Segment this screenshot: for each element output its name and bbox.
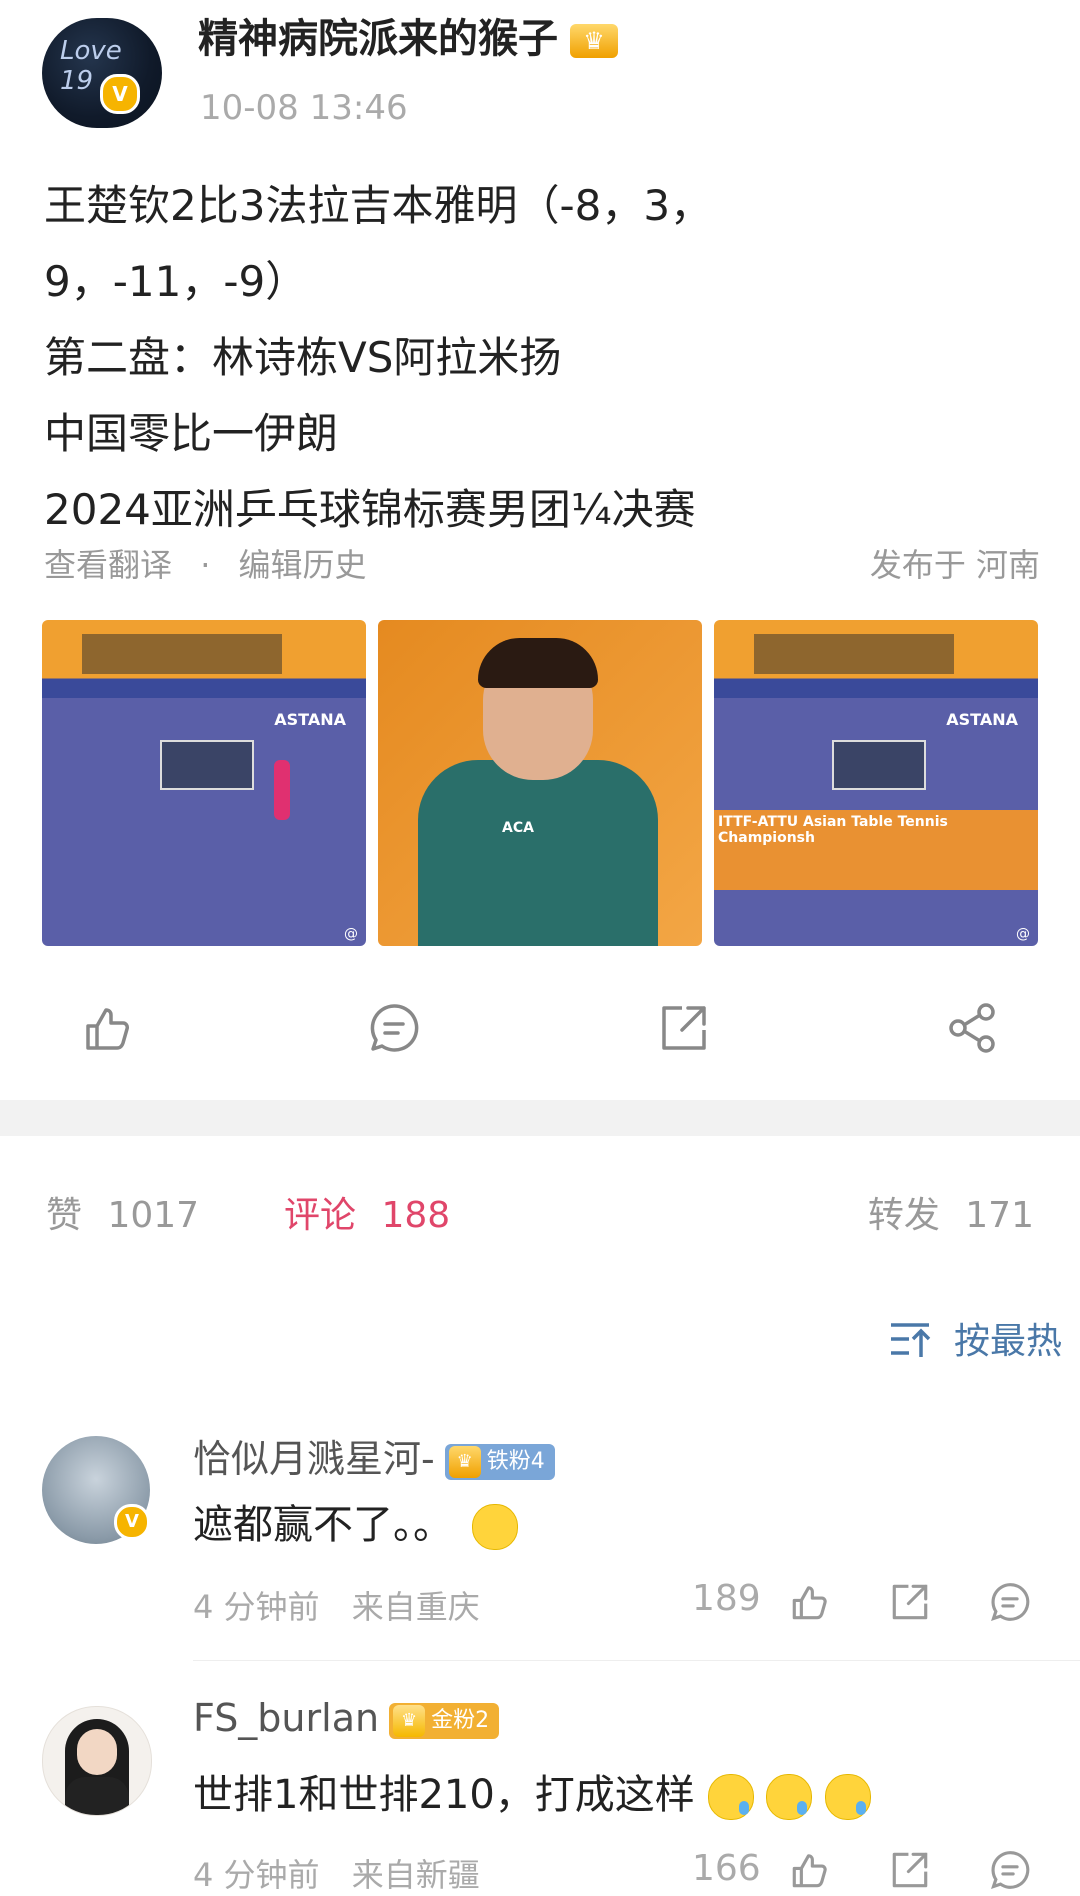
fan-crown-icon: ♛ xyxy=(448,1445,481,1478)
post-line: 9，-11，-9） xyxy=(44,257,308,306)
commenter-avatar[interactable] xyxy=(42,1706,152,1816)
comment-repost-button[interactable] xyxy=(888,1848,932,1892)
vip-crown-icon: ♛ xyxy=(570,24,618,58)
tab-reposts[interactable]: 转发 171 xyxy=(868,1186,1034,1238)
comment-time: 4 分钟前 xyxy=(193,1856,320,1894)
post-location: 发布于 河南 xyxy=(869,546,1040,584)
post-line: 中国零比一伊朗 xyxy=(44,409,339,458)
post-line: 第二盘：林诗栋VS阿拉米扬 xyxy=(44,333,562,382)
fan-badge: ♛ 铁粉4 xyxy=(444,1443,555,1480)
view-translation-link[interactable]: 查看翻译 xyxy=(44,546,172,584)
author-name[interactable]: 精神病院派来的猴子 ♛ xyxy=(198,6,618,64)
comment-text-body: 世排1和世排210，打成这样 xyxy=(193,1772,695,1818)
image-player-hair xyxy=(478,638,598,688)
post-content: 王楚钦2比3法拉吉本雅明（-8，3， 9，-11，-9） 第二盘：林诗栋VS阿拉… xyxy=(44,168,804,548)
sort-label: 按最热 xyxy=(953,1321,1062,1362)
comment-meta: 4 分钟前 来自新疆 xyxy=(193,1850,480,1896)
post-timestamp: 10-08 13:46 xyxy=(200,88,408,128)
repost-button[interactable] xyxy=(656,1000,712,1056)
tab-likes[interactable]: 赞 1017 xyxy=(46,1186,199,1238)
sort-icon xyxy=(889,1319,935,1368)
fan-badge: ♛ 金粉2 xyxy=(389,1702,500,1739)
image-player-shirt xyxy=(418,760,658,946)
image-banner: ASTANA xyxy=(946,710,1018,729)
fan-badge-label: 铁粉4 xyxy=(486,1448,545,1474)
share-out-icon xyxy=(892,1584,928,1620)
image-banner: ASTANA xyxy=(274,710,346,729)
comment-reply-button[interactable] xyxy=(988,1848,1032,1892)
verified-badge-icon: V xyxy=(100,74,140,114)
post-image-3[interactable]: ASTANA ITTF-ATTU Asian Table Tennis Cham… xyxy=(714,620,1038,946)
image-stage xyxy=(754,634,954,674)
meta-separator: · xyxy=(200,546,211,584)
comment-icon xyxy=(991,1583,1030,1621)
table-tennis-table xyxy=(160,740,254,790)
sweat-emoji-icon xyxy=(707,1774,754,1820)
tab-likes-label: 赞 xyxy=(46,1195,83,1236)
comment-like-button[interactable] xyxy=(788,1580,832,1624)
comment-icon xyxy=(370,1004,419,1052)
scoreboard-title: ITTF-ATTU Asian Table Tennis Championsh xyxy=(718,814,948,846)
tab-comments-label: 评论 xyxy=(284,1195,357,1236)
fan-crown-icon: ♛ xyxy=(393,1704,426,1737)
comment-icon xyxy=(991,1851,1030,1889)
comment-meta: 4 分钟前 来自重庆 xyxy=(193,1582,480,1628)
tab-comments-count: 188 xyxy=(381,1195,451,1236)
avatar-face xyxy=(77,1729,117,1775)
avatar-suit xyxy=(65,1777,129,1815)
comment-divider xyxy=(193,1660,1080,1661)
commenter-name[interactable]: FS_burlan ♛ 金粉2 xyxy=(193,1696,500,1740)
table-tennis-table xyxy=(832,740,926,790)
post-line: 王楚钦2比3法拉吉本雅明（-8，3， xyxy=(44,181,713,230)
sweat-emoji-icon xyxy=(824,1774,871,1820)
comment-like-count: 189 xyxy=(692,1578,761,1619)
image-scoreboard: ITTF-ATTU Asian Table Tennis Championsh xyxy=(714,810,1038,890)
commenter-name-text[interactable]: 恰似月溅星河- xyxy=(193,1437,435,1481)
comment-like-count: 166 xyxy=(692,1848,761,1889)
share-nodes-icon xyxy=(949,1003,995,1053)
comment-time: 4 分钟前 xyxy=(193,1588,320,1626)
share-out-icon xyxy=(892,1852,928,1888)
image-watermark: @ xyxy=(1016,926,1030,942)
tab-reposts-count: 171 xyxy=(965,1195,1034,1236)
image-stage xyxy=(82,634,282,674)
commenter-name[interactable]: 恰似月溅星河- ♛ 铁粉4 xyxy=(193,1428,555,1483)
post-meta-links: 查看翻译 · 编辑历史 xyxy=(44,540,367,586)
post-image-2[interactable]: ACA xyxy=(378,620,702,946)
section-divider xyxy=(0,1100,1080,1136)
image-shirt-logo: ACA xyxy=(502,820,534,836)
verified-badge-icon: V xyxy=(114,1504,150,1540)
sweat-emoji-icon xyxy=(766,1774,813,1820)
comment-reply-button[interactable] xyxy=(988,1580,1032,1624)
comment-text: 遮都赢不了。。 xyxy=(193,1492,518,1550)
thumbs-up-icon xyxy=(792,1586,827,1620)
tab-comments[interactable]: 评论 188 xyxy=(284,1186,450,1238)
share-out-icon xyxy=(662,1006,706,1050)
comment-button[interactable] xyxy=(366,1000,422,1056)
post-image-1[interactable]: ASTANA @ xyxy=(42,620,366,946)
comment-like-button[interactable] xyxy=(788,1848,832,1892)
share-button[interactable] xyxy=(944,1000,1000,1056)
comment-text: 世排1和世排210，打成这样 xyxy=(193,1762,871,1820)
image-watermark: @ xyxy=(344,926,358,942)
sort-toggle[interactable]: 按最热 xyxy=(889,1312,1062,1368)
edit-history-link[interactable]: 编辑历史 xyxy=(239,546,367,584)
image-player-figure xyxy=(274,760,290,820)
shush-emoji-icon xyxy=(471,1504,518,1550)
comment-location: 来自新疆 xyxy=(351,1856,480,1894)
tab-likes-count: 1017 xyxy=(107,1195,200,1236)
comment-text-body: 遮都赢不了。。 xyxy=(193,1502,453,1548)
commenter-name-text[interactable]: FS_burlan xyxy=(193,1696,379,1740)
like-button[interactable] xyxy=(80,1000,136,1056)
thumbs-up-icon xyxy=(86,1008,129,1050)
fan-badge-label: 金粉2 xyxy=(431,1707,490,1733)
tab-reposts-label: 转发 xyxy=(867,1195,940,1236)
comment-repost-button[interactable] xyxy=(888,1580,932,1624)
post-line: 2024亚洲乒乓球锦标赛男团¼决赛 xyxy=(44,485,696,534)
comment-location: 来自重庆 xyxy=(351,1588,480,1626)
author-avatar[interactable]: Love 19 xyxy=(42,18,162,128)
thumbs-up-icon xyxy=(792,1854,827,1888)
author-name-text[interactable]: 精神病院派来的猴子 xyxy=(198,16,558,62)
